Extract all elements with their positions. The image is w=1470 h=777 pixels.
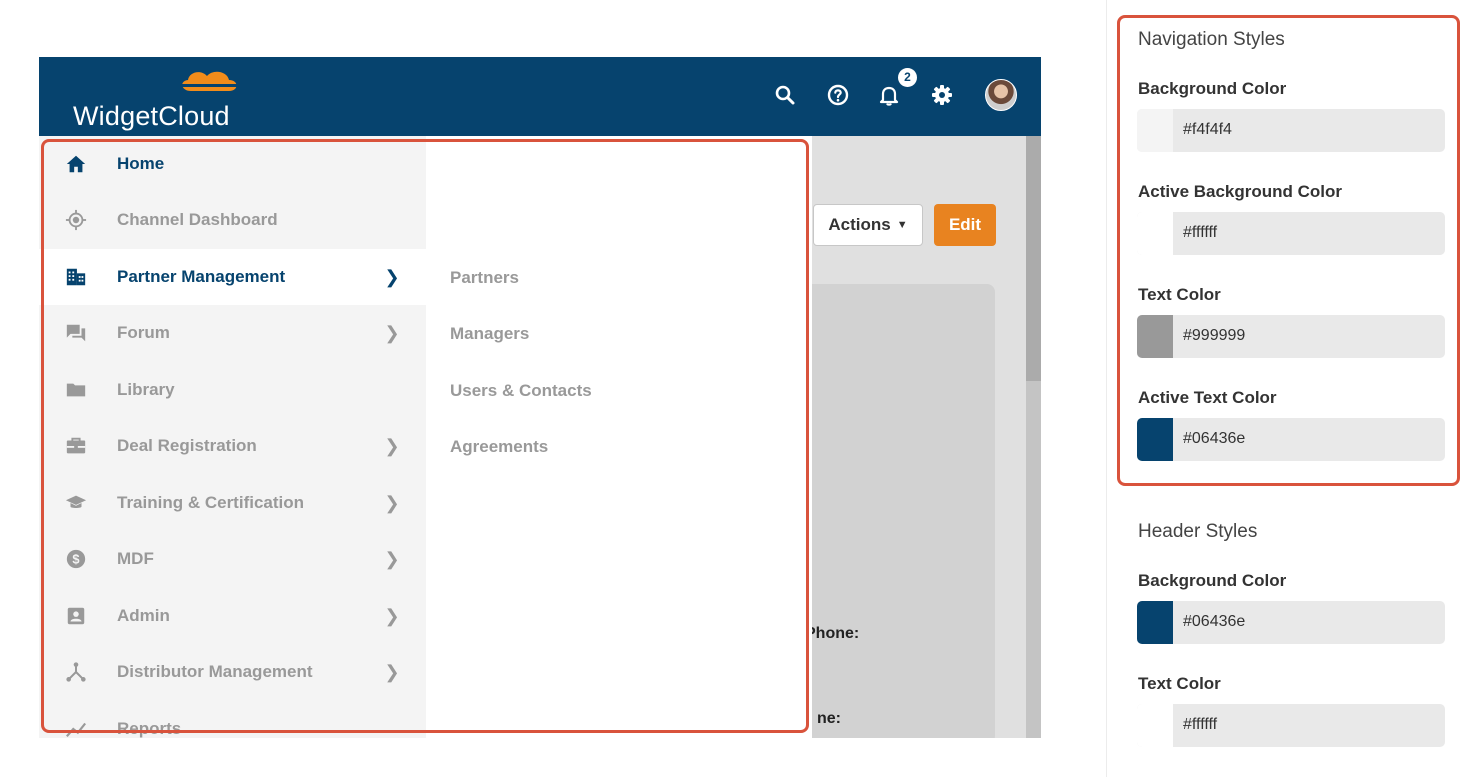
- header-styles-title: Header Styles: [1138, 521, 1258, 542]
- chevron-right-icon: ❯: [384, 435, 400, 456]
- building-icon: [63, 264, 89, 290]
- chevron-right-icon: ❯: [384, 492, 400, 513]
- header-text-color-label: Text Color: [1138, 674, 1221, 693]
- color-swatch[interactable]: [1137, 601, 1173, 644]
- chevron-right-icon: ❯: [384, 322, 400, 343]
- actions-button-label: Actions: [828, 215, 891, 234]
- submenu-item-users-contacts[interactable]: Users & Contacts: [450, 381, 592, 401]
- chevron-right-icon: ❯: [384, 661, 400, 682]
- nav-item-deal-registration[interactable]: Deal Registration ❯: [39, 418, 426, 474]
- nav-item-partner-management[interactable]: Partner Management ❯: [39, 249, 426, 305]
- admin-badge-icon: [63, 603, 89, 629]
- nav-background-color-field[interactable]: #f4f4f4: [1137, 109, 1445, 152]
- target-icon: [63, 207, 89, 233]
- color-swatch[interactable]: [1137, 704, 1173, 747]
- nav-item-label: Deal Registration: [117, 436, 257, 455]
- nav-item-channel-dashboard[interactable]: Channel Dashboard: [39, 192, 426, 248]
- nav-item-mdf[interactable]: $ MDF ❯: [39, 531, 426, 587]
- home-icon: [63, 151, 89, 177]
- color-value: #999999: [1183, 327, 1246, 344]
- nav-item-label: Channel Dashboard: [117, 210, 278, 229]
- nav-active-text-color-label: Active Text Color: [1138, 388, 1277, 407]
- nav-active-text-color-field[interactable]: #06436e: [1137, 418, 1445, 461]
- nav-item-distributor-management[interactable]: Distributor Management ❯: [39, 644, 426, 700]
- color-value: #ffffff: [1183, 224, 1218, 241]
- brand-name: WidgetCloud: [73, 101, 230, 131]
- chart-icon: [63, 716, 89, 738]
- submenu-item-agreements[interactable]: Agreements: [450, 437, 548, 457]
- submenu-item-managers[interactable]: Managers: [450, 324, 529, 344]
- nav-item-admin[interactable]: Admin ❯: [39, 588, 426, 644]
- chevron-right-icon: ❯: [384, 548, 400, 569]
- submenu-item-partners[interactable]: Partners: [450, 268, 519, 288]
- folder-icon: [63, 377, 89, 403]
- header-background-color-field[interactable]: #06436e: [1137, 601, 1445, 644]
- notifications-bell-icon[interactable]: [877, 83, 901, 107]
- color-value: #f4f4f4: [1183, 121, 1232, 138]
- nav-item-label: MDF: [117, 549, 154, 568]
- phone-field-label-2: ne:: [817, 710, 841, 727]
- color-value: #ffffff: [1183, 716, 1218, 733]
- search-icon[interactable]: [773, 83, 797, 107]
- color-swatch[interactable]: [1137, 418, 1173, 461]
- nav-item-label: Forum: [117, 323, 170, 342]
- nav-item-label: Home: [117, 154, 165, 173]
- color-swatch[interactable]: [1137, 315, 1173, 358]
- distribution-icon: [63, 659, 89, 685]
- actions-dropdown-button[interactable]: Actions ▼: [813, 204, 923, 246]
- color-swatch[interactable]: [1137, 212, 1173, 255]
- nav-text-color-field[interactable]: #999999: [1137, 315, 1445, 358]
- header-background-color-label: Background Color: [1138, 571, 1287, 590]
- user-avatar[interactable]: [985, 79, 1017, 111]
- chevron-right-icon: ❯: [384, 605, 400, 626]
- nav-item-label: Training & Certification: [117, 493, 305, 512]
- header-text-color-field[interactable]: #ffffff: [1137, 704, 1445, 747]
- help-icon[interactable]: [826, 83, 850, 107]
- notification-count-badge: 2: [898, 68, 917, 87]
- nav-item-label: Reports: [117, 719, 182, 738]
- nav-item-home[interactable]: Home: [39, 136, 426, 192]
- svg-text:$: $: [72, 552, 79, 567]
- caret-down-icon: ▼: [896, 219, 908, 231]
- nav-item-label: Admin: [117, 606, 170, 625]
- scrollbar-thumb[interactable]: [1026, 136, 1041, 381]
- top-header-bar: WidgetCloud 2: [39, 57, 1041, 136]
- dollar-circle-icon: $: [63, 546, 89, 572]
- graduation-cap-icon: [63, 490, 89, 516]
- nav-item-label: Partner Management: [117, 267, 286, 286]
- content-card: [799, 284, 995, 738]
- settings-gear-icon[interactable]: [930, 83, 954, 107]
- color-value: #06436e: [1183, 613, 1246, 630]
- nav-item-library[interactable]: Library: [39, 362, 426, 418]
- nav-item-reports[interactable]: Reports: [39, 701, 426, 738]
- nav-item-label: Library: [117, 380, 175, 399]
- nav-background-color-label: Background Color: [1138, 79, 1287, 98]
- chevron-right-icon: ❯: [384, 266, 400, 287]
- phone-field-label: Phone:: [805, 625, 860, 642]
- app-preview: WidgetCloud 2 Actions ▼ Edit Phone: ne: H…: [39, 57, 1041, 738]
- cloud-logo-icon: [177, 71, 241, 91]
- nav-text-color-label: Text Color: [1138, 285, 1221, 304]
- navigation-styles-title: Navigation Styles: [1138, 29, 1285, 50]
- nav-item-forum[interactable]: Forum ❯: [39, 305, 426, 361]
- briefcase-icon: [63, 433, 89, 459]
- color-value: #06436e: [1183, 430, 1246, 447]
- color-swatch[interactable]: [1137, 109, 1173, 152]
- nav-active-background-color-field[interactable]: #ffffff: [1137, 212, 1445, 255]
- forum-icon: [63, 320, 89, 346]
- edit-button[interactable]: Edit: [934, 204, 996, 246]
- nav-item-label: Distributor Management: [117, 662, 313, 681]
- nav-active-background-color-label: Active Background Color: [1138, 182, 1343, 201]
- navigation-menu: Home Channel Dashboard Partner Managemen…: [39, 136, 426, 738]
- nav-item-training-certification[interactable]: Training & Certification ❯: [39, 475, 426, 531]
- widgetcloud-logo[interactable]: WidgetCloud: [73, 65, 243, 131]
